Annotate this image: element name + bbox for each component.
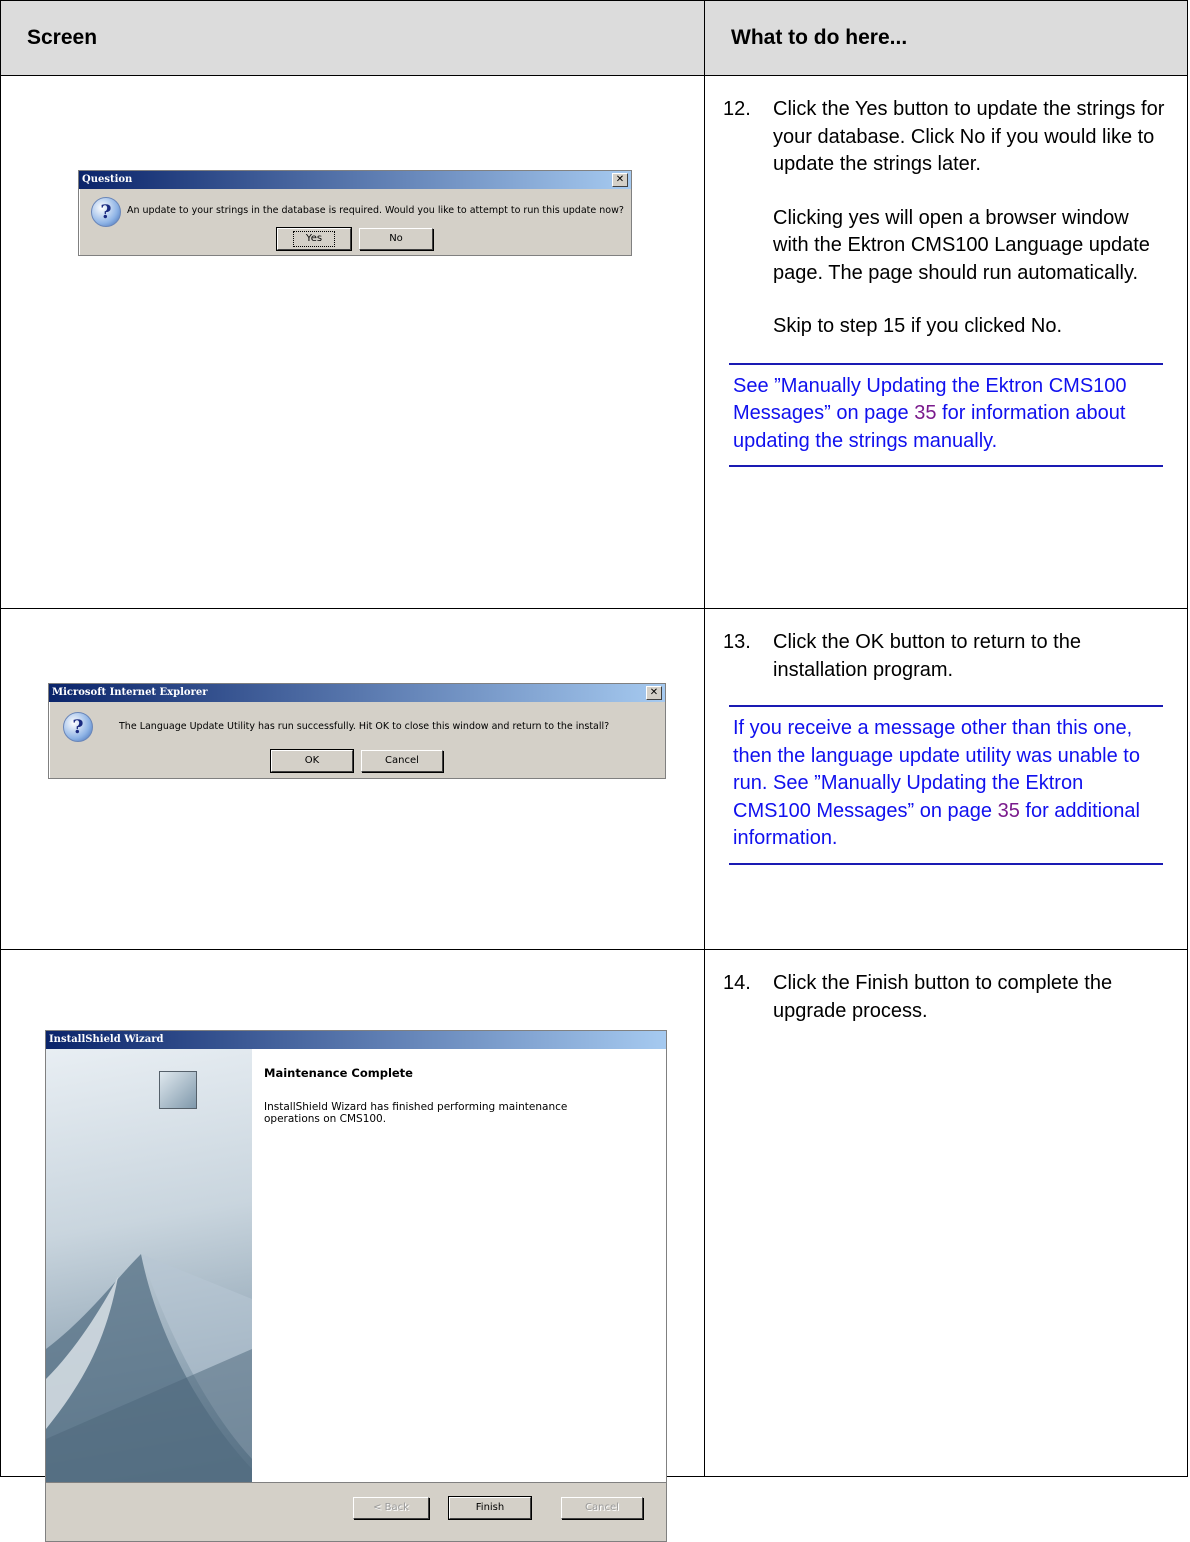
- wizard-titlebar: InstallShield Wizard: [46, 1031, 666, 1049]
- close-icon[interactable]: ✕: [612, 173, 628, 187]
- question-icon: ?: [91, 197, 121, 227]
- sail-graphic: [46, 1254, 252, 1483]
- back-button[interactable]: < Back: [353, 1497, 429, 1519]
- close-icon[interactable]: ✕: [646, 686, 662, 700]
- wizard-footer: < Back Finish Cancel: [46, 1482, 666, 1541]
- screen-cell-step-13: Microsoft Internet Explorer ✕ ? The Lang…: [0, 608, 705, 950]
- question-icon: ?: [63, 712, 93, 742]
- step-number: 13.: [723, 631, 751, 653]
- cross-reference-note: See ”Manually Updating the Ektron CMS100…: [729, 362, 1163, 467]
- step-text: Click the Yes button to update the strin…: [773, 98, 1165, 175]
- step-text: Click the Finish button to complete the …: [773, 972, 1113, 1022]
- wizard-text: InstallShield Wizard has finished perfor…: [264, 1101, 568, 1125]
- screen-cell-step-14: InstallShield Wizard Maintenance Complet…: [0, 949, 705, 1542]
- ok-button[interactable]: OK: [270, 749, 354, 773]
- page-link[interactable]: 35: [914, 402, 936, 424]
- installshield-wizard: InstallShield Wizard Maintenance Complet…: [45, 1030, 667, 1542]
- step-text: Clicking yes will open a browser window …: [773, 206, 1150, 284]
- instructions-table: Screen What to do here... Question ✕ ? A…: [0, 0, 1188, 1542]
- step-text: Click the OK button to return to the ins…: [773, 631, 1081, 681]
- dialog-titlebar: Question ✕: [79, 171, 631, 189]
- screen-cell-step-12: Question ✕ ? An update to your strings i…: [0, 75, 705, 609]
- dialog-message: An update to your strings in the databas…: [127, 205, 624, 216]
- step-number: 12.: [723, 98, 751, 120]
- dialog-message: The Language Update Utility has run succ…: [119, 721, 610, 732]
- step-13: 13. Click the OK button to return to the…: [723, 629, 1167, 684]
- page-link[interactable]: 35: [998, 800, 1020, 822]
- step-number: 14.: [723, 972, 751, 994]
- wizard-side-banner: [46, 1049, 252, 1483]
- warning-note: If you receive a message other than this…: [729, 705, 1163, 865]
- instruction-cell-step-12: 12. Click the Yes button to update the s…: [704, 75, 1188, 609]
- yes-button[interactable]: Yes: [276, 227, 352, 251]
- dialog-titlebar: Microsoft Internet Explorer ✕: [49, 684, 665, 702]
- question-dialog: Question ✕ ? An update to your strings i…: [78, 170, 632, 256]
- step-text: Skip to step 15 if you clicked No.: [773, 315, 1063, 337]
- dialog-title: Question: [82, 174, 133, 185]
- wizard-content: Maintenance Complete InstallShield Wizar…: [252, 1049, 666, 1483]
- wizard-heading: Maintenance Complete: [264, 1066, 413, 1080]
- step-14: 14. Click the Finish button to complete …: [723, 970, 1167, 1025]
- cancel-button[interactable]: Cancel: [361, 750, 443, 772]
- column-header-what-to-do: What to do here...: [704, 0, 1188, 76]
- instruction-cell-step-14: 14. Click the Finish button to complete …: [704, 949, 1188, 1477]
- cancel-button[interactable]: Cancel: [561, 1497, 643, 1519]
- instruction-cell-step-13: 13. Click the OK button to return to the…: [704, 608, 1188, 950]
- finish-button[interactable]: Finish: [448, 1496, 532, 1520]
- ie-dialog: Microsoft Internet Explorer ✕ ? The Lang…: [48, 683, 666, 779]
- dialog-title: Microsoft Internet Explorer: [52, 687, 208, 698]
- column-header-screen: Screen: [0, 0, 705, 76]
- no-button[interactable]: No: [359, 228, 433, 250]
- wizard-title: InstallShield Wizard: [49, 1034, 164, 1045]
- installshield-logo-icon: [159, 1071, 197, 1109]
- step-12: 12. Click the Yes button to update the s…: [723, 96, 1167, 341]
